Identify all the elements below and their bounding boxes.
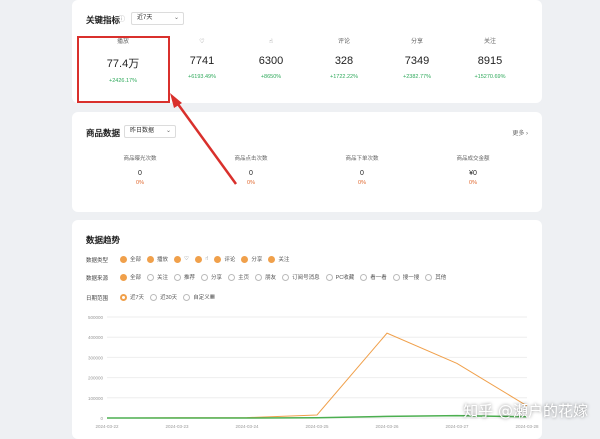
range_options-option[interactable]: 近30天	[150, 293, 177, 301]
option-label: 主页	[238, 275, 250, 281]
source_options-option[interactable]: 看一看	[360, 273, 387, 281]
y-tick-label: 200000	[88, 376, 104, 381]
range_options-option[interactable]: 近7天	[120, 293, 144, 301]
calendar-icon: ▦	[209, 294, 215, 300]
radio[interactable]	[120, 293, 127, 301]
option-label: 分享	[251, 257, 263, 263]
x-tick-label: 2024-03-23	[165, 424, 189, 429]
range_options-option[interactable]: 自定义 ▦	[183, 293, 215, 301]
checkbox[interactable]	[194, 255, 202, 263]
y-tick-label: 400000	[88, 335, 104, 340]
checkbox[interactable]	[360, 273, 368, 281]
checkbox[interactable]	[120, 255, 127, 263]
x-tick-label: 2024-03-24	[235, 424, 259, 429]
data-source-label: 数据来源	[86, 276, 109, 282]
data-source-options: 全部 关注 推荐 分享 主页 朋友 订阅号消息 PC收藏 看一看 搜一搜 其他	[120, 273, 446, 281]
checkbox[interactable]	[282, 273, 290, 281]
checkbox[interactable]	[147, 273, 155, 281]
source_options-option[interactable]: 主页	[228, 273, 249, 281]
data-trend-title: 数据趋势	[86, 235, 121, 245]
option-label: 分享	[211, 275, 223, 281]
option-label: 其他	[435, 275, 447, 281]
watermark: 知乎 @瀬户的花嫁	[463, 402, 588, 420]
checkbox[interactable]	[268, 255, 276, 263]
option-label: 看一看	[370, 275, 387, 281]
type_options-option[interactable]: ☝	[194, 255, 209, 263]
option-label: 近7天	[130, 295, 145, 301]
checkbox[interactable]	[425, 273, 433, 281]
option-label: 评论	[224, 257, 236, 263]
type_options-option[interactable]: ♡	[174, 255, 189, 263]
type_options-option[interactable]: 关注	[268, 255, 289, 263]
checkbox[interactable]	[120, 273, 127, 281]
data-type-label: 数据类型	[86, 258, 109, 264]
heart-icon: ♡	[184, 256, 189, 262]
option-label: 播放	[157, 257, 169, 263]
source_options-option[interactable]: 推荐	[174, 273, 195, 281]
option-label: 全部	[130, 257, 142, 263]
checkbox[interactable]	[325, 273, 333, 281]
x-tick-label: 2024-03-22	[95, 424, 119, 429]
x-tick-label: 2024-03-27	[445, 424, 469, 429]
date-range-label: 日期范围	[86, 296, 109, 302]
x-tick-label: 2024-03-26	[375, 424, 399, 429]
source_options-option[interactable]: 其他	[425, 273, 446, 281]
source_options-option[interactable]: 关注	[147, 273, 168, 281]
y-tick-label: 300000	[88, 355, 104, 360]
y-tick-label: 0	[100, 416, 103, 421]
option-label: 订阅号消息	[292, 275, 320, 281]
thumbs-up-icon: ☝	[204, 256, 209, 262]
x-tick-label: 2024-03-28	[515, 424, 539, 429]
checkbox[interactable]	[392, 273, 400, 281]
checkbox[interactable]	[228, 273, 236, 281]
source_options-option[interactable]: 订阅号消息	[282, 273, 320, 281]
option-label: 搜一搜	[402, 275, 420, 281]
y-tick-label: 100000	[88, 396, 104, 401]
x-tick-label: 2024-03-25	[305, 424, 329, 429]
type_options-option[interactable]: 播放	[147, 255, 168, 263]
checkbox[interactable]	[255, 273, 263, 281]
type_options-option[interactable]: 分享	[241, 255, 262, 263]
option-label: 关注	[157, 275, 169, 281]
type_options-option[interactable]: 全部	[120, 255, 141, 263]
checkbox[interactable]	[201, 273, 209, 281]
option-label: 全部	[130, 275, 142, 281]
option-label: 近30天	[160, 295, 178, 301]
source_options-option[interactable]: 搜一搜	[392, 273, 420, 281]
source_options-option[interactable]: 分享	[201, 273, 222, 281]
option-label: 推荐	[184, 275, 196, 281]
source_options-option[interactable]: 朋友	[255, 273, 276, 281]
option-label: 朋友	[265, 275, 277, 281]
checkbox[interactable]	[214, 255, 222, 263]
source_options-option[interactable]: 全部	[120, 273, 141, 281]
option-label: 自定义	[193, 295, 210, 301]
checkbox[interactable]	[174, 273, 182, 281]
radio[interactable]	[150, 293, 158, 301]
type_options-option[interactable]: 评论	[214, 255, 235, 263]
option-label: PC收藏	[335, 275, 355, 281]
checkbox[interactable]	[241, 255, 249, 263]
date-range-options: 近7天 近30天 自定义 ▦	[120, 293, 215, 301]
checkbox[interactable]	[174, 255, 182, 263]
data-type-options: 全部 播放 ♡ ☝ 评论 分享 关注	[120, 255, 289, 263]
checkbox[interactable]	[147, 255, 155, 263]
radio[interactable]	[183, 293, 191, 301]
option-label: 关注	[278, 257, 290, 263]
y-tick-label: 500000	[88, 315, 104, 320]
source_options-option[interactable]: PC收藏	[325, 273, 355, 281]
